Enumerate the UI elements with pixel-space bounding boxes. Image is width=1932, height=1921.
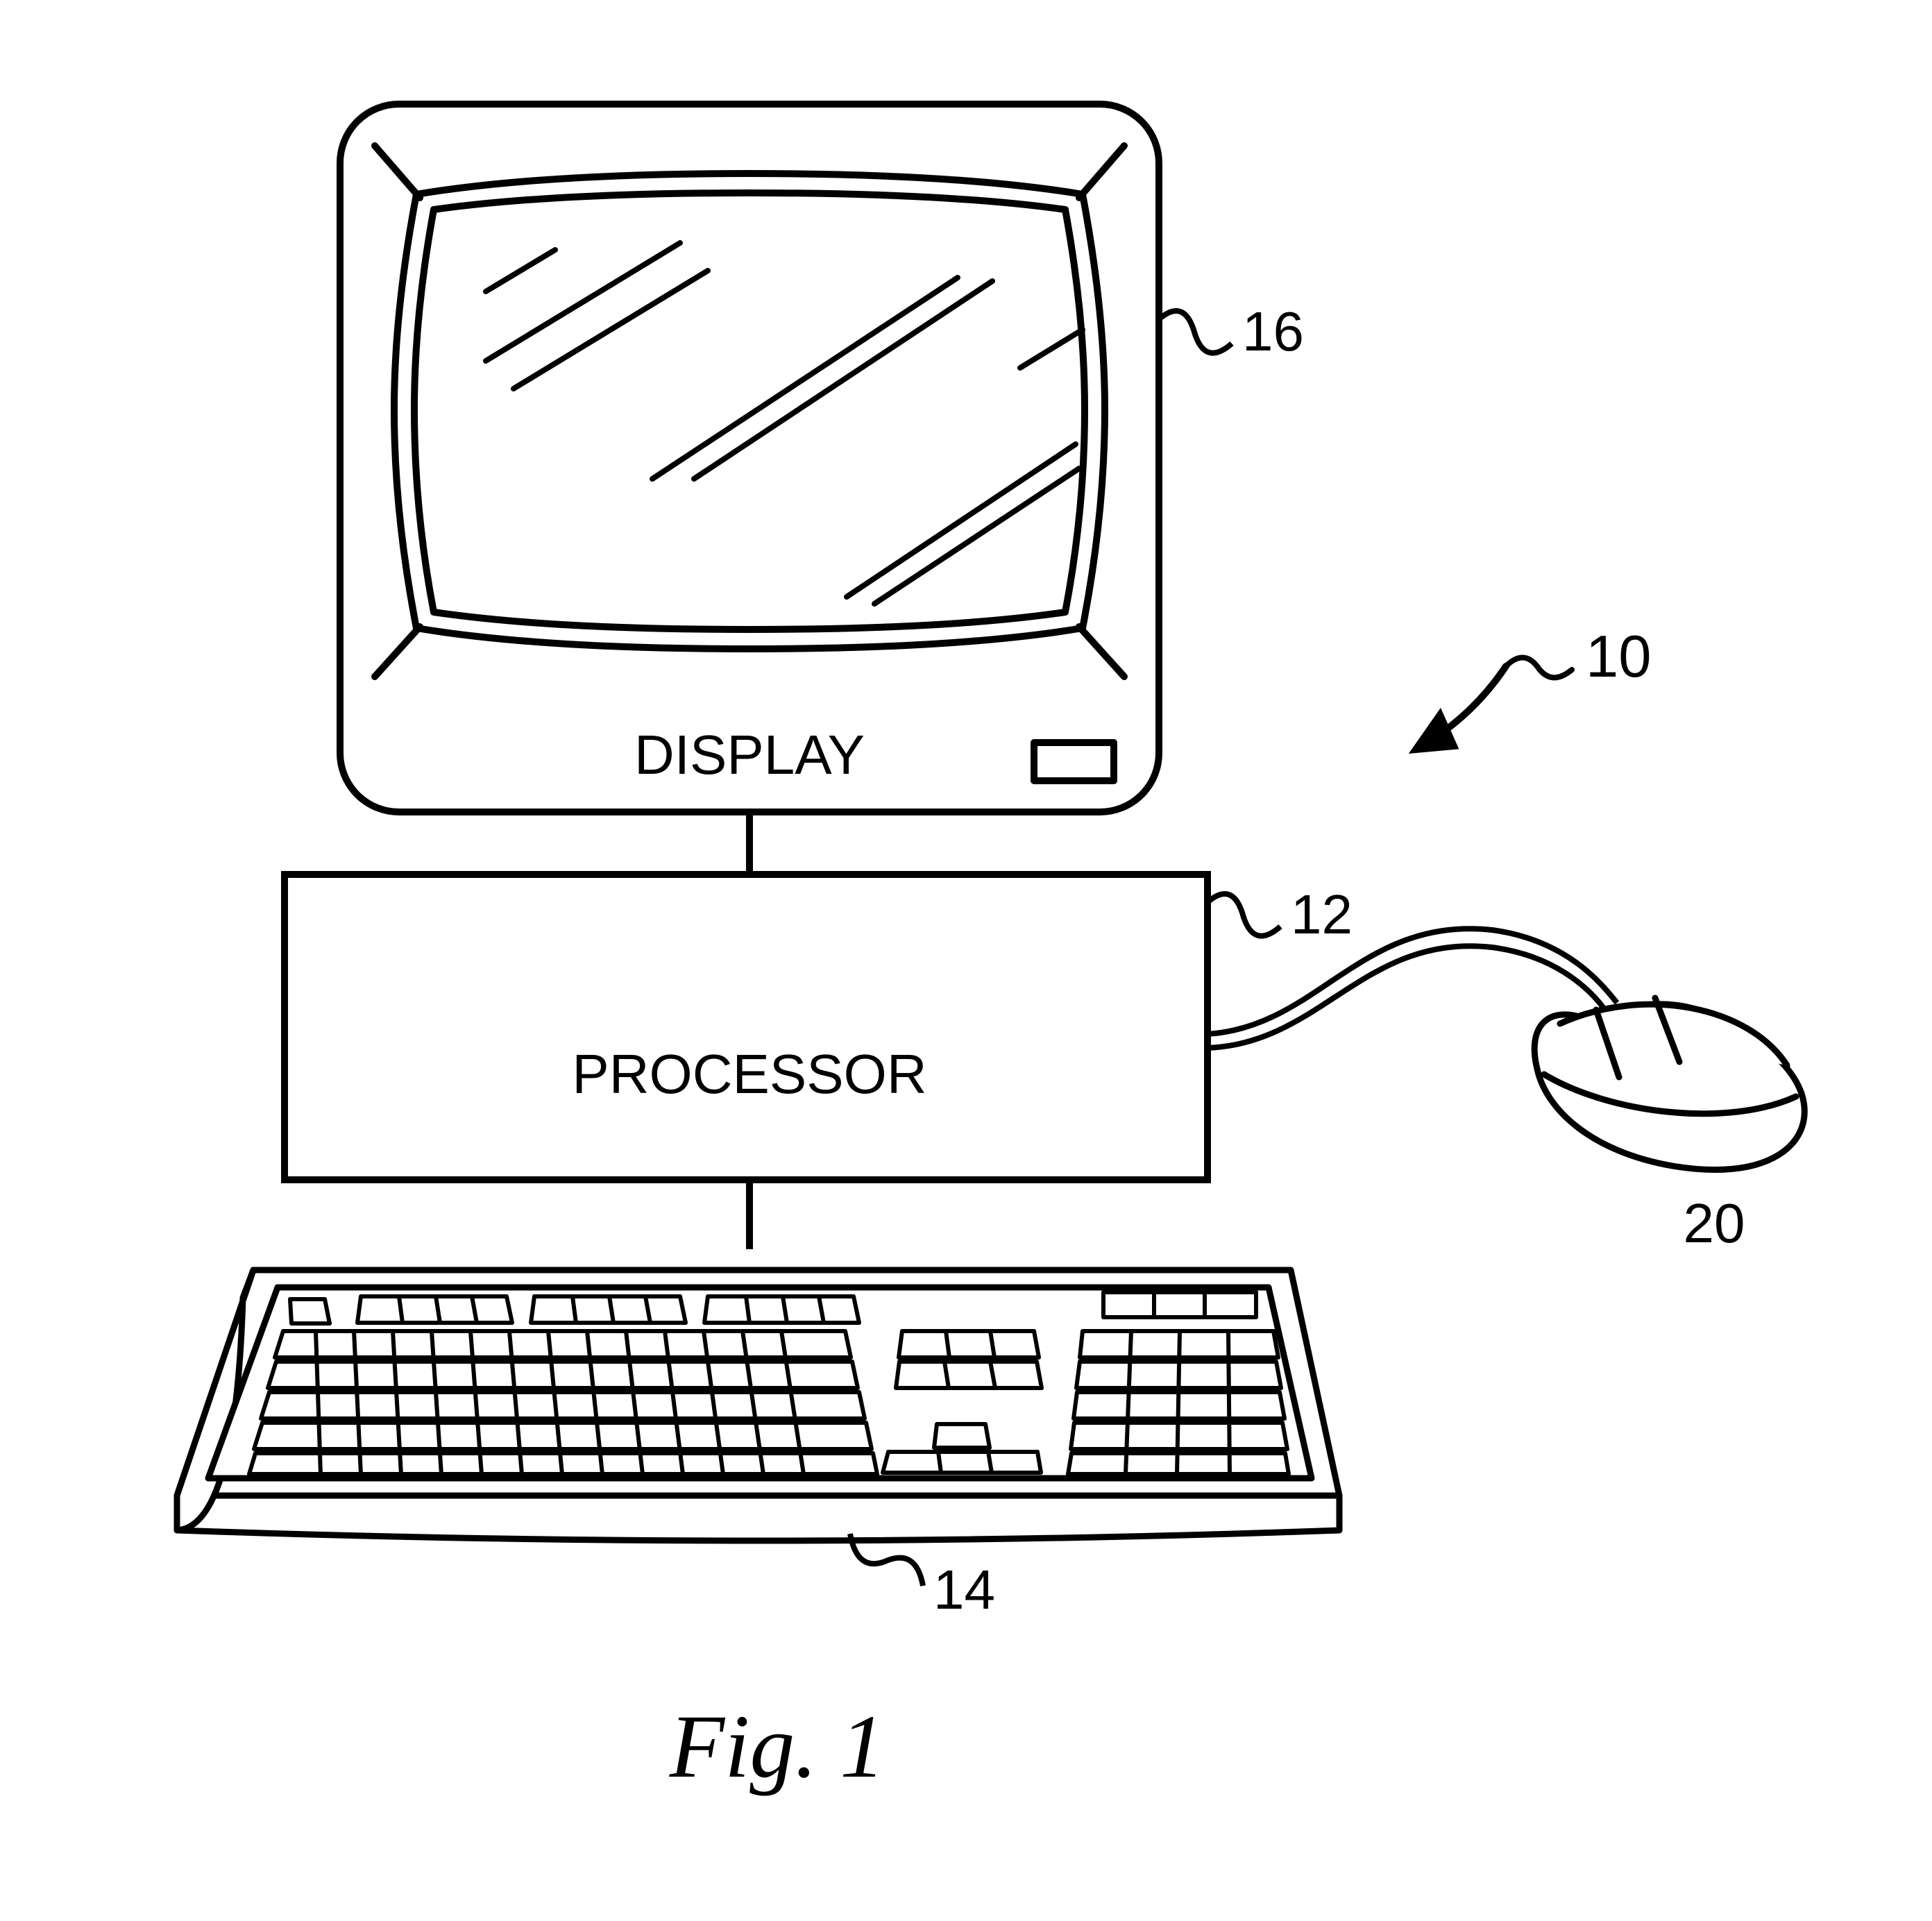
processor-ref-number: 12 [1291, 883, 1353, 945]
figure-caption: Fig. 1 [669, 1697, 886, 1797]
processor-unit [285, 874, 1208, 1180]
processor-ref-leader [1208, 894, 1280, 936]
mouse [1534, 998, 1804, 1170]
display-label: DISPLAY [634, 724, 865, 786]
display-ref-leader [1159, 311, 1232, 353]
display-monitor [340, 104, 1159, 812]
computer-system-diagram: DISPLAY 16 PROCESSOR 12 20 10 [0, 0, 1932, 1921]
keyboard-ref-number: 14 [933, 1559, 995, 1620]
keyboard [177, 1270, 1339, 1541]
display-ref-number: 16 [1242, 301, 1304, 362]
assembly-ref-number: 10 [1586, 624, 1652, 690]
assembly-ref-arrow [1416, 658, 1572, 750]
processor-label: PROCESSOR [572, 1043, 926, 1105]
mouse-ref-number: 20 [1684, 1192, 1745, 1254]
